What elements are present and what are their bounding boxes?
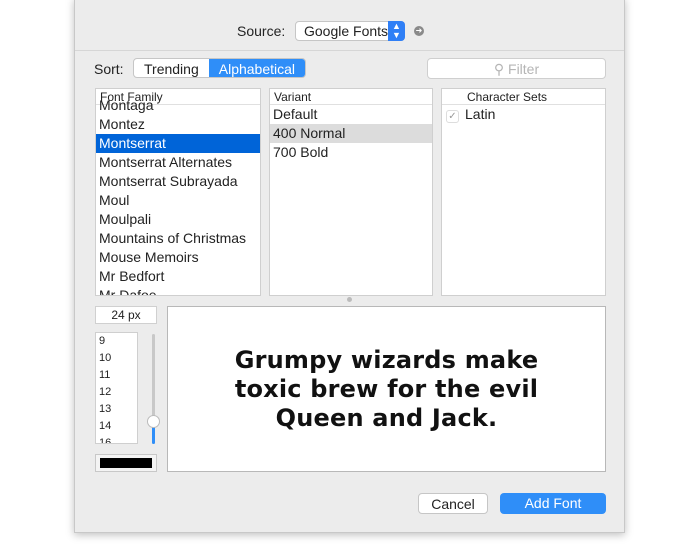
size-list[interactable]: 9 10 11 12 13 14 16	[95, 332, 138, 444]
font-family-list[interactable]: Font Family Montaga Montez Montserrat Monts…	[95, 88, 261, 296]
add-font-dialog: Source: Google Fonts ▲ ▼ ➜ Sort: Trending …	[74, 0, 625, 533]
source-label: Source:	[237, 23, 286, 39]
size-option[interactable]: 12	[96, 386, 137, 403]
variant-item[interactable]: 400 Normal	[270, 124, 432, 143]
add-font-button[interactable]: Add Font	[500, 493, 606, 514]
size-field[interactable]: 24 px	[95, 306, 157, 324]
size-option[interactable]: 10	[96, 352, 137, 369]
font-family-item[interactable]: Montserrat Subrayada	[96, 172, 260, 191]
color-well[interactable]	[95, 454, 157, 472]
checkbox-checked-icon[interactable]: ✓	[446, 110, 459, 123]
charset-header: Character Sets	[442, 89, 605, 105]
sort-label: Sort:	[94, 61, 124, 77]
font-family-item[interactable]: Mountains of Christmas	[96, 229, 260, 248]
charset-label: Latin	[465, 106, 496, 122]
source-select[interactable]: Google Fonts ▲ ▼	[295, 21, 405, 41]
font-family-item[interactable]: Montez	[96, 115, 260, 134]
preview-area: Grumpy wizards make toxic brew for the e…	[167, 306, 606, 472]
charset-item[interactable]: ✓ Latin	[442, 105, 605, 124]
font-family-item[interactable]: Moul	[96, 191, 260, 210]
cancel-button[interactable]: Cancel	[418, 493, 488, 514]
split-handle[interactable]	[347, 297, 352, 302]
font-family-item[interactable]: Mr Bedfort	[96, 267, 260, 286]
color-swatch	[100, 458, 152, 468]
size-option[interactable]: 16	[96, 437, 137, 443]
size-slider[interactable]	[147, 334, 160, 444]
size-option[interactable]: 14	[96, 420, 137, 437]
sort-segmented-control: Trending Alphabetical	[133, 58, 307, 78]
charset-list[interactable]: Character Sets ✓ Latin	[441, 88, 606, 296]
size-option[interactable]: 11	[96, 369, 137, 386]
chevron-updown-icon: ▲ ▼	[388, 21, 405, 41]
source-value: Google Fonts	[304, 23, 389, 39]
variant-list[interactable]: Variant Default 400 Normal 700 Bold	[269, 88, 433, 296]
filter-placeholder: Filter	[508, 61, 540, 77]
font-family-item[interactable]: Mr Dafoe	[96, 286, 260, 295]
font-family-item[interactable]: Montserrat Alternates	[96, 153, 260, 172]
size-option[interactable]: 9	[96, 335, 137, 352]
font-family-item[interactable]: Moulpali	[96, 210, 260, 229]
sort-alphabetical[interactable]: Alphabetical	[208, 59, 306, 77]
arrow-right-icon[interactable]: ➜	[414, 26, 424, 36]
sort-trending[interactable]: Trending	[134, 59, 209, 77]
divider	[75, 50, 624, 51]
font-family-item[interactable]: Montserrat	[96, 134, 260, 153]
variant-item[interactable]: 700 Bold	[270, 143, 432, 162]
size-option[interactable]: 13	[96, 403, 137, 420]
font-family-item[interactable]: Mouse Memoirs	[96, 248, 260, 267]
filter-input[interactable]: ⚲ Filter	[427, 58, 606, 79]
preview-text: Grumpy wizards make toxic brew for the e…	[234, 345, 539, 432]
slider-knob[interactable]	[147, 415, 160, 428]
variant-item[interactable]: Default	[270, 105, 432, 124]
search-icon: ⚲	[493, 61, 505, 77]
variant-header: Variant	[270, 89, 432, 105]
font-family-item[interactable]: Montaga	[96, 96, 260, 115]
